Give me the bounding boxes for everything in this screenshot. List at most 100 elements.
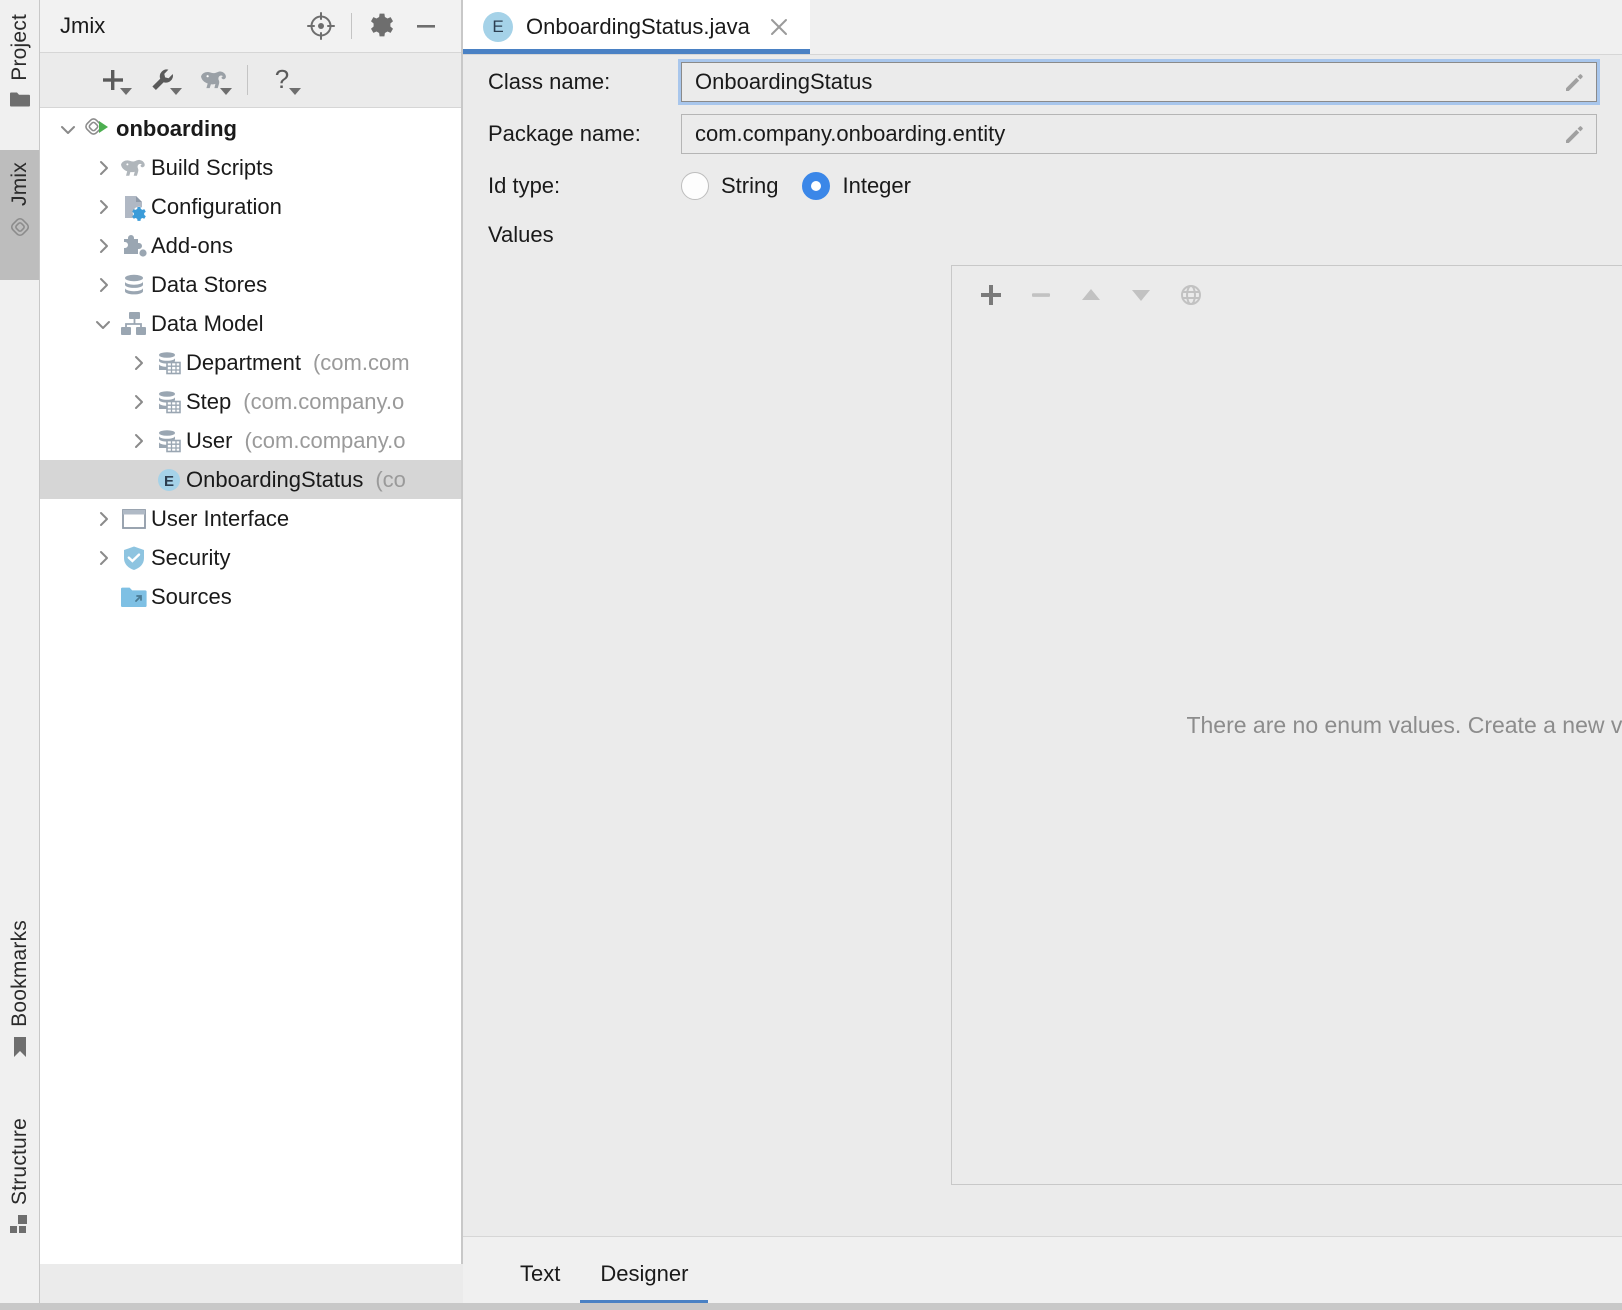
remove-value-icon[interactable]	[1016, 272, 1066, 318]
move-down-icon[interactable]	[1116, 272, 1166, 318]
radio-option-integer[interactable]: Integer	[802, 172, 911, 200]
tree-node-department[interactable]: Department(com.com	[40, 343, 462, 382]
tree-arrow-spacer	[124, 460, 152, 499]
chevron-right-icon[interactable]	[124, 343, 152, 382]
chevron-right-icon[interactable]	[124, 421, 152, 460]
chevron-right-icon[interactable]	[89, 226, 117, 265]
tree-node-label: OnboardingStatus	[186, 469, 363, 491]
gear-icon[interactable]	[360, 4, 404, 48]
chevron-right-icon[interactable]	[89, 148, 117, 187]
active-tab-underline	[463, 49, 810, 54]
database-icon	[117, 265, 151, 304]
chevron-down-icon[interactable]	[89, 304, 117, 343]
tree-node-label: Step	[186, 391, 231, 413]
stripe-item-bookmarks[interactable]: Bookmarks	[0, 920, 39, 1058]
tree-node-user[interactable]: User(com.company.o	[40, 421, 462, 460]
project-tree[interactable]: onboardingBuild Scripts Configuration Add-…	[40, 109, 462, 1264]
class-name-label: Class name:	[488, 69, 681, 95]
tree-node-onboardingstatus[interactable]: EOnboardingStatus (co	[40, 460, 462, 499]
chevron-right-icon[interactable]	[89, 499, 117, 538]
chevron-down-icon	[120, 88, 132, 95]
status-strip	[0, 1303, 1622, 1310]
tree-node-label: Configuration	[151, 196, 282, 218]
chevron-right-icon[interactable]	[124, 382, 152, 421]
gradle-elephant-icon	[117, 148, 151, 187]
tree-node-label: Data Stores	[151, 274, 267, 296]
wrench-icon[interactable]	[138, 60, 188, 100]
tree-node-configuration[interactable]: Configuration	[40, 187, 462, 226]
enum-designer-form: Class name: OnboardingStatus Package nam…	[463, 56, 1622, 258]
tree-node-sources[interactable]: Sources	[40, 577, 462, 616]
class-name-value: OnboardingStatus	[682, 69, 872, 95]
tab-text[interactable]: Text	[500, 1237, 580, 1310]
move-up-icon[interactable]	[1066, 272, 1116, 318]
tree-node-data-stores[interactable]: Data Stores	[40, 265, 462, 304]
gradle-elephant-icon[interactable]	[188, 60, 238, 100]
editor-tab-onboardingstatus[interactable]: E OnboardingStatus.java	[463, 0, 810, 54]
editor-bottom-tabs: Text Designer	[463, 1236, 1622, 1310]
chevron-right-icon[interactable]	[89, 187, 117, 226]
stripe-item-jmix[interactable]: Jmix	[0, 150, 39, 280]
class-name-input[interactable]: OnboardingStatus	[681, 62, 1597, 102]
chevron-down-icon[interactable]	[54, 109, 82, 148]
tree-node-step[interactable]: Step(com.company.o	[40, 382, 462, 421]
tab-text-label: Text	[520, 1261, 560, 1287]
values-section-label: Values	[463, 212, 1622, 258]
enum-icon: E	[483, 12, 513, 42]
shield-icon	[117, 538, 151, 577]
svg-text:?: ?	[275, 66, 289, 94]
stripe-item-project[interactable]: Project	[0, 14, 39, 108]
folder-icon	[9, 90, 31, 108]
locate-icon[interactable]	[299, 4, 343, 48]
tree-node-label: Sources	[151, 586, 232, 608]
jmix-logo-icon	[8, 215, 32, 239]
tree-node-data-model[interactable]: Data Model	[40, 304, 462, 343]
tool-window-title: Jmix	[60, 13, 105, 39]
pencil-icon[interactable]	[1563, 71, 1585, 93]
stripe-item-structure[interactable]: Structure	[0, 1118, 39, 1234]
tree-node-label: Add-ons	[151, 235, 233, 257]
tree-node-package: (co	[375, 469, 406, 491]
close-icon[interactable]	[766, 14, 792, 40]
add-value-icon[interactable]	[966, 272, 1016, 318]
tree-node-package: (com.com	[313, 352, 410, 374]
tree-node-package: (com.company.o	[244, 430, 405, 452]
tree-node-label: Data Model	[151, 313, 264, 335]
tree-node-add-ons[interactable]: Add-ons	[40, 226, 462, 265]
stripe-item-bookmarks-label: Bookmarks	[9, 920, 30, 1027]
entity-icon	[152, 382, 186, 421]
package-name-input[interactable]: com.company.onboarding.entity	[681, 114, 1597, 154]
help-icon[interactable]: ?	[257, 60, 307, 100]
window-icon	[117, 499, 151, 538]
tree-arrow-spacer	[89, 577, 117, 616]
tab-designer[interactable]: Designer	[580, 1237, 708, 1310]
toolbar-separator	[247, 65, 248, 95]
tree-node-build-scripts[interactable]: Build Scripts	[40, 148, 462, 187]
tree-node-security[interactable]: Security	[40, 538, 462, 577]
localization-globe-icon[interactable]	[1166, 272, 1216, 318]
id-type-row: Id type: String Integer	[463, 160, 1622, 212]
enum-values-empty-message: There are no enum values. Create a new v…	[952, 266, 1622, 1184]
tab-designer-label: Designer	[600, 1261, 688, 1287]
minimize-icon[interactable]	[404, 4, 448, 48]
stripe-item-structure-label: Structure	[9, 1118, 30, 1205]
package-name-label: Package name:	[488, 121, 681, 147]
tool-window-header-actions	[299, 4, 462, 48]
tree-node-label: Security	[151, 547, 230, 569]
tool-window-header: Jmix	[40, 0, 462, 53]
structure-icon	[9, 1214, 31, 1234]
tree-node-onboarding[interactable]: onboarding	[40, 109, 462, 148]
chevron-right-icon[interactable]	[89, 265, 117, 304]
chevron-right-icon[interactable]	[89, 538, 117, 577]
add-icon[interactable]	[88, 60, 138, 100]
tool-window-stripe: Project Jmix Bookmarks	[0, 0, 40, 1310]
enum-icon: E	[152, 460, 186, 499]
radio-option-string[interactable]: String	[681, 172, 778, 200]
jmix-tool-window: Jmix	[40, 0, 462, 1264]
editor-tab-bar: E OnboardingStatus.java	[463, 0, 1622, 55]
pencil-icon[interactable]	[1563, 123, 1585, 145]
tree-node-label: User Interface	[151, 508, 289, 530]
editor-tab-title: OnboardingStatus.java	[526, 14, 750, 40]
tree-node-user-interface[interactable]: User Interface	[40, 499, 462, 538]
stripe-item-jmix-label: Jmix	[9, 162, 30, 206]
